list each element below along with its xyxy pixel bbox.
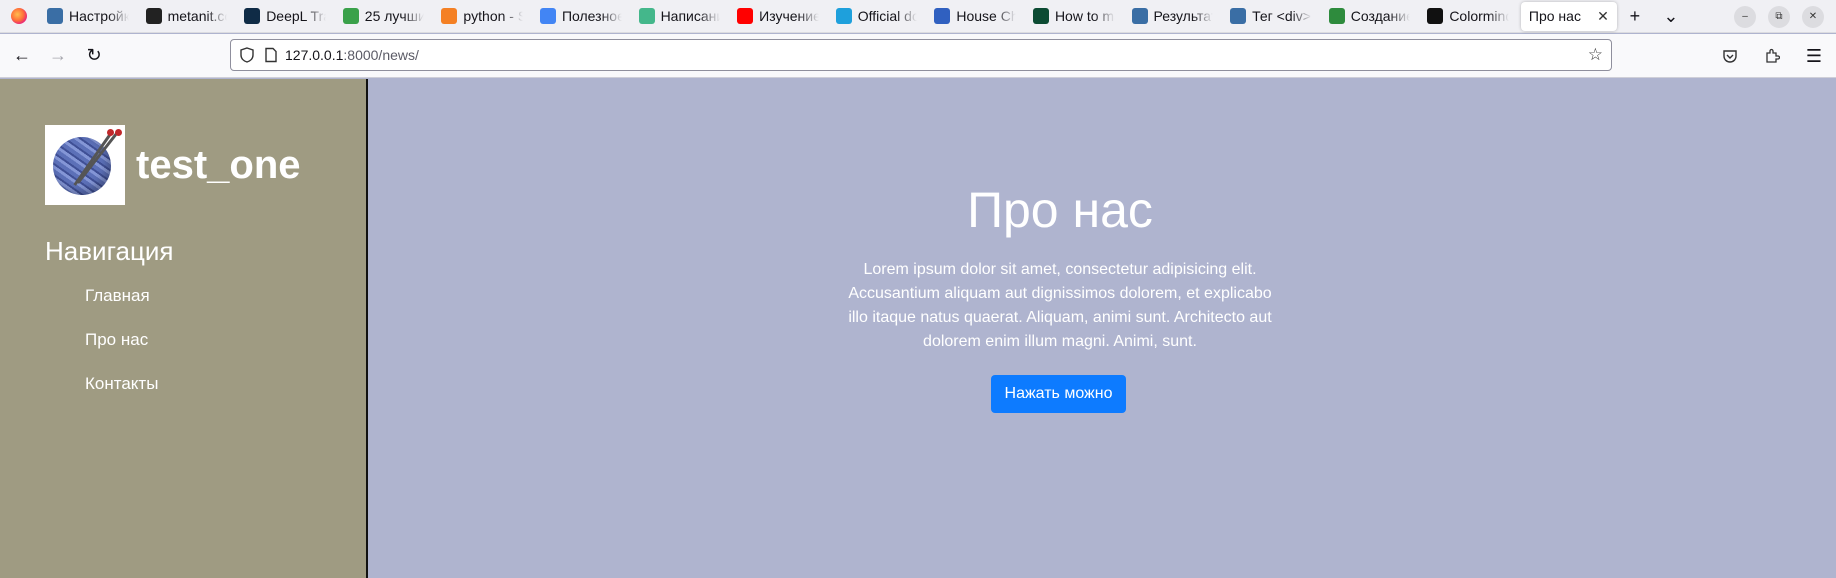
url-path: :8000/news/ bbox=[343, 47, 419, 63]
tab-title: DeepL Translate bbox=[266, 8, 326, 24]
hamburger-menu-icon[interactable]: ☰ bbox=[1796, 38, 1832, 74]
tab-8[interactable]: Official docs bbox=[827, 0, 926, 33]
tab-title: Полезное bbox=[561, 8, 622, 24]
page-info-icon[interactable] bbox=[263, 47, 279, 63]
forward-arrow-icon[interactable]: → bbox=[40, 38, 76, 74]
tab-active[interactable]: Про нас ✕ bbox=[1520, 1, 1617, 31]
tab-5[interactable]: Полезное bbox=[531, 0, 630, 33]
firefox-menu-button[interactable] bbox=[0, 0, 38, 33]
page-title: Про нас bbox=[967, 182, 1153, 238]
nav-link-home[interactable]: Главная bbox=[85, 286, 158, 330]
close-tab-icon[interactable]: ✕ bbox=[1597, 8, 1609, 25]
minimize-icon[interactable]: – bbox=[1734, 5, 1756, 28]
tab-title: Тег <div> bbox=[1252, 8, 1311, 24]
tab-4[interactable]: python - Stack bbox=[432, 0, 531, 33]
tab-title: Настройки bbox=[69, 8, 129, 24]
back-arrow-icon[interactable]: ← bbox=[4, 38, 40, 74]
tab-9[interactable]: House Church bbox=[925, 0, 1024, 33]
navigation-toolbar: ← → ↻ 127.0.0.1:8000/news/ ☆ ☰ bbox=[0, 34, 1836, 78]
nav-link-contacts[interactable]: Контакты bbox=[85, 374, 158, 418]
tab-title: Написание bbox=[660, 8, 721, 24]
new-tab-button[interactable]: + bbox=[1617, 0, 1653, 33]
extensions-puzzle-icon[interactable] bbox=[1754, 38, 1790, 74]
stackoverflow-favicon-icon bbox=[441, 8, 458, 24]
tab-title: 25 лучших bbox=[364, 8, 425, 24]
shield-icon[interactable] bbox=[239, 47, 255, 63]
nav-link-about[interactable]: Про нас bbox=[85, 330, 158, 374]
leaf-favicon-icon bbox=[342, 8, 359, 24]
page-description: Lorem ipsum dolor sit amet, consectetur … bbox=[848, 261, 1272, 350]
url-host: 127.0.0.1 bbox=[285, 47, 344, 63]
toolbar-right: ☰ bbox=[1712, 34, 1836, 78]
sidebar: test_one Навигация Главная Про нас Конта… bbox=[0, 79, 368, 578]
close-window-icon[interactable]: ✕ bbox=[1802, 5, 1824, 28]
tab-title: python - Stack bbox=[463, 8, 523, 24]
settings-favicon-icon bbox=[47, 8, 63, 24]
youtube-favicon-icon bbox=[737, 8, 754, 24]
tab-12[interactable]: Тег <div> bbox=[1221, 0, 1320, 33]
tab-title: Про нас bbox=[1528, 8, 1581, 24]
tab-0[interactable]: Настройки bbox=[38, 0, 137, 33]
tab-11[interactable]: Результаты bbox=[1123, 0, 1222, 33]
press-button[interactable]: Нажать можно bbox=[991, 375, 1126, 413]
firefox-icon bbox=[11, 8, 27, 24]
tab-strip: Настройки metanit.com DeepL Translate 25 лу… bbox=[0, 0, 1836, 33]
address-bar[interactable]: 127.0.0.1:8000/news/ ☆ bbox=[230, 39, 1612, 71]
reload-icon[interactable]: ↻ bbox=[76, 38, 112, 74]
tab-3[interactable]: 25 лучших bbox=[334, 0, 433, 33]
tab-6[interactable]: Написание bbox=[630, 0, 729, 33]
tab-title: Создание bbox=[1350, 8, 1411, 24]
tab-title: Изучение bbox=[759, 8, 819, 24]
bootstrap-favicon-icon bbox=[835, 8, 852, 24]
docs-favicon-icon bbox=[539, 8, 556, 24]
django-circle-favicon-icon bbox=[638, 8, 655, 24]
list-all-tabs-button[interactable]: ⌄ bbox=[1653, 0, 1689, 33]
tab-1[interactable]: metanit.com bbox=[137, 0, 236, 33]
tab-7[interactable]: Изучение bbox=[728, 0, 827, 33]
plant-favicon-icon bbox=[1328, 8, 1345, 24]
tab-title: metanit.com bbox=[167, 8, 228, 24]
window-controls: – ⧉ ✕ bbox=[1734, 0, 1836, 33]
tab-title: Результаты bbox=[1153, 8, 1214, 24]
tab-14[interactable]: Colormind bbox=[1418, 0, 1517, 33]
site-name: test_one bbox=[136, 142, 301, 187]
brand[interactable]: test_one bbox=[45, 125, 301, 205]
yarn-ball-logo bbox=[45, 125, 125, 205]
restore-icon[interactable]: ⧉ bbox=[1768, 5, 1790, 28]
tab-title: Colormind bbox=[1449, 8, 1509, 24]
tab-list: Настройки metanit.com DeepL Translate 25 лу… bbox=[38, 0, 1517, 33]
tab-title: How to make bbox=[1054, 8, 1115, 24]
main-content: Про нас Lorem ipsum dolor sit amet, cons… bbox=[370, 79, 1836, 578]
gear-favicon-icon bbox=[1131, 8, 1148, 24]
deepl-favicon-icon bbox=[244, 8, 261, 24]
metanit-favicon-icon bbox=[145, 8, 162, 24]
pocket-icon[interactable] bbox=[1712, 38, 1748, 74]
tab-13[interactable]: Создание bbox=[1320, 0, 1419, 33]
django-favicon-icon bbox=[1032, 8, 1049, 24]
flag-favicon-icon bbox=[934, 8, 951, 24]
tab-10[interactable]: How to make bbox=[1024, 0, 1123, 33]
nav-heading: Навигация bbox=[45, 236, 174, 266]
tab-title: House Church bbox=[956, 8, 1016, 24]
nav-list: Главная Про нас Контакты bbox=[85, 286, 158, 418]
url-text: 127.0.0.1:8000/news/ bbox=[285, 47, 419, 63]
colormind-favicon-icon bbox=[1427, 8, 1444, 24]
bookmark-star-icon[interactable]: ☆ bbox=[1588, 45, 1603, 65]
tab-2[interactable]: DeepL Translate bbox=[235, 0, 334, 33]
tab-title: Official docs bbox=[857, 8, 918, 24]
gear-favicon-icon bbox=[1230, 8, 1247, 24]
